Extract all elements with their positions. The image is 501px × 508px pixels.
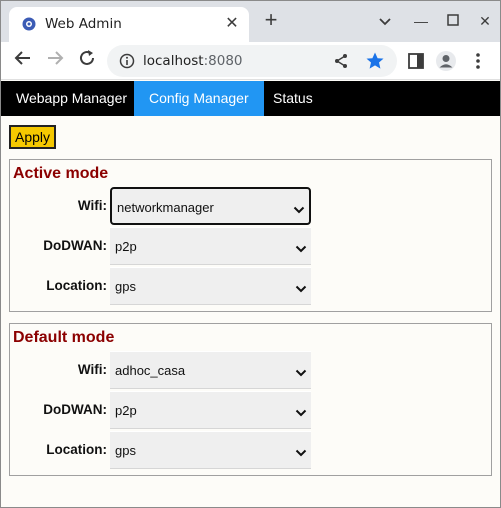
share-icon[interactable] — [333, 53, 349, 69]
field-label: DoDWAN: — [43, 402, 107, 417]
field-label: Location: — [46, 442, 107, 457]
field-label: DoDWAN: — [43, 238, 107, 253]
chevron-down-icon — [293, 202, 305, 214]
back-arrow-icon[interactable] — [11, 49, 35, 73]
chevron-down-icon[interactable] — [373, 10, 397, 32]
forward-arrow-icon[interactable] — [43, 49, 67, 73]
nav-config-manager[interactable]: Config Manager — [134, 81, 264, 116]
plus-icon[interactable]: + — [259, 9, 283, 33]
wifi-select[interactable]: networkmanager — [110, 187, 311, 225]
form-row-location: Location: gps — [10, 431, 493, 469]
profile-icon[interactable] — [435, 50, 457, 72]
browser-window: Web Admin ✕ + — ✕ localhost:8080 Webapp … — [0, 0, 501, 508]
minimize-icon[interactable]: — — [409, 10, 433, 32]
kebab-menu-icon[interactable] — [467, 50, 489, 72]
nav-status[interactable]: Status — [258, 81, 328, 116]
info-icon[interactable] — [119, 53, 135, 69]
app-nav-bar: Webapp Manager Config Manager Status — [1, 81, 500, 116]
form-row-wifi: Wifi: networkmanager — [10, 187, 493, 225]
chevron-down-icon — [295, 445, 307, 457]
form-row-dodwan: DoDWAN: p2p — [10, 227, 493, 265]
form-row-wifi: Wifi: adhoc_casa — [10, 351, 493, 389]
address-bar[interactable]: localhost:8080 — [107, 45, 397, 77]
active-mode-section: Active mode Wifi: networkmanager DoDWAN:… — [9, 159, 492, 312]
field-label: Wifi: — [77, 198, 107, 213]
section-title: Default mode — [13, 329, 115, 346]
dodwan-select[interactable]: p2p — [110, 391, 311, 429]
wifi-select[interactable]: adhoc_casa — [110, 351, 311, 389]
gear-icon — [21, 16, 37, 32]
chevron-down-icon — [295, 241, 307, 253]
apply-button[interactable]: Apply — [9, 125, 56, 149]
section-title: Active mode — [13, 165, 109, 182]
default-mode-section: Default mode Wifi: adhoc_casa DoDWAN: p2… — [9, 323, 492, 476]
tab-title: Web Admin — [45, 16, 122, 32]
tab-strip: Web Admin ✕ + — ✕ — [1, 1, 500, 42]
browser-toolbar: localhost:8080 — [1, 42, 500, 80]
browser-tab[interactable]: Web Admin ✕ — [9, 7, 249, 42]
side-panel-icon[interactable] — [405, 50, 427, 72]
form-row-location: Location: gps — [10, 267, 493, 305]
reload-icon[interactable] — [75, 49, 99, 73]
location-select[interactable]: gps — [110, 431, 311, 469]
window-close-icon[interactable]: ✕ — [473, 10, 497, 32]
chevron-down-icon — [295, 281, 307, 293]
close-icon[interactable]: ✕ — [221, 13, 243, 35]
form-row-dodwan: DoDWAN: p2p — [10, 391, 493, 429]
nav-webapp-manager[interactable]: Webapp Manager — [1, 81, 142, 116]
chevron-down-icon — [295, 365, 307, 377]
location-select[interactable]: gps — [110, 267, 311, 305]
star-icon[interactable] — [365, 51, 385, 71]
field-label: Location: — [46, 278, 107, 293]
dodwan-select[interactable]: p2p — [110, 227, 311, 265]
field-label: Wifi: — [77, 362, 107, 377]
maximize-icon[interactable] — [441, 10, 465, 32]
chevron-down-icon — [295, 405, 307, 417]
url-text: localhost:8080 — [143, 53, 243, 69]
